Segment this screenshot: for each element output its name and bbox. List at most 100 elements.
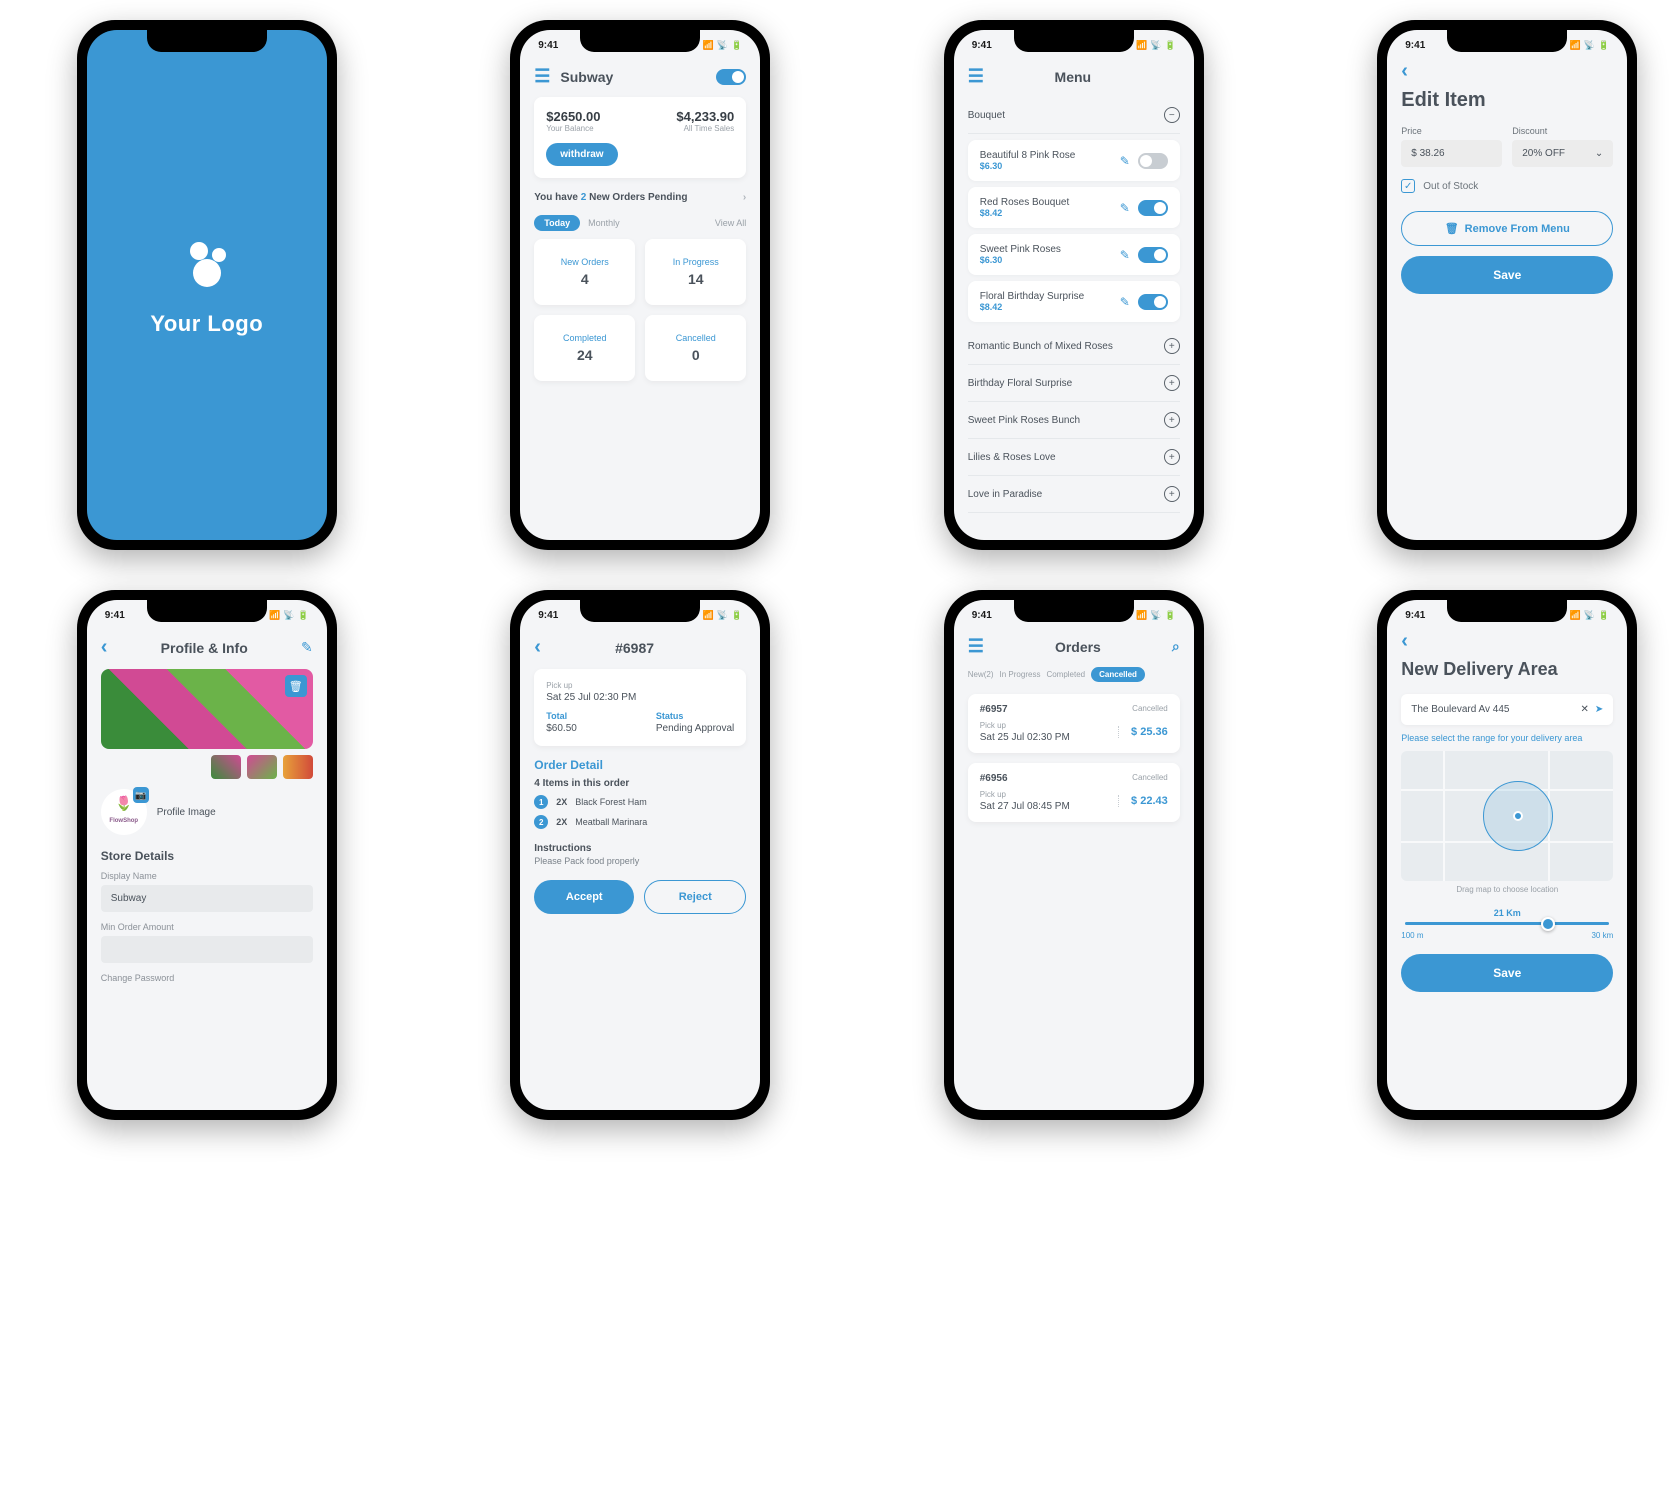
item-toggle[interactable] <box>1138 153 1168 169</box>
sales-label: All Time Sales <box>676 124 734 133</box>
section-row[interactable]: Love in Paradise+ <box>968 476 1180 513</box>
order-line-item: 22XMeatball Marinara <box>534 815 746 829</box>
expand-icon[interactable]: + <box>1164 338 1180 354</box>
phone-splash: Your Logo <box>77 20 337 550</box>
section-row[interactable]: Lilies & Roses Love+ <box>968 439 1180 476</box>
order-line-item: 12XBlack Forest Ham <box>534 795 746 809</box>
balance-label: Your Balance <box>546 124 600 133</box>
tab-viewall[interactable]: View All <box>715 218 746 228</box>
expand-icon[interactable]: + <box>1164 412 1180 428</box>
menu-item: Beautiful 8 Pink Rose$6.30 ✎ <box>968 140 1180 181</box>
instructions-label: Instructions <box>534 843 746 854</box>
search-icon[interactable]: ⌕ <box>1172 638 1180 655</box>
edit-icon[interactable]: ✎ <box>1120 248 1130 262</box>
camera-icon[interactable]: 📷 <box>133 787 149 803</box>
clear-icon[interactable]: ✕ <box>1580 704 1588 715</box>
collapse-icon[interactable]: − <box>1164 107 1180 123</box>
tab-cancelled[interactable]: Cancelled <box>1091 667 1145 682</box>
map-hint: Drag map to choose location <box>1401 885 1613 894</box>
back-button[interactable]: ‹ <box>1401 630 1613 653</box>
balance-card: $2650.00 Your Balance $4,233.90 All Time… <box>534 97 746 178</box>
min-order-input[interactable] <box>101 936 313 963</box>
edit-icon[interactable]: ✎ <box>1120 201 1130 215</box>
stat-completed[interactable]: Completed24 <box>534 315 635 381</box>
change-password-link[interactable]: Change Password <box>101 973 313 983</box>
store-toggle[interactable] <box>716 69 746 85</box>
sales-value: $4,233.90 <box>676 109 734 124</box>
phone-order-detail: 9:41📶📡🔋 ‹ #6987 Pick up Sat 25 Jul 02:30… <box>510 590 770 1120</box>
item-toggle[interactable] <box>1138 200 1168 216</box>
order-list-item[interactable]: #6956Cancelled Pick upSat 27 Jul 08:45 P… <box>968 763 1180 822</box>
tab-today[interactable]: Today <box>534 215 580 231</box>
page-title: New Delivery Area <box>1401 659 1613 680</box>
page-title: Edit Item <box>1401 89 1613 112</box>
logo-text: Your Logo <box>150 311 263 337</box>
item-toggle[interactable] <box>1138 294 1168 310</box>
save-button[interactable]: Save <box>1401 256 1613 294</box>
discount-select[interactable]: 20% OFF ⌄ <box>1512 140 1613 167</box>
delete-image-button[interactable]: 🗑 <box>285 675 307 697</box>
price-input[interactable] <box>1401 140 1502 167</box>
status-time: 9:41 <box>538 40 558 51</box>
expand-icon[interactable]: + <box>1164 375 1180 391</box>
back-button[interactable]: ‹ <box>101 636 108 659</box>
price-label: Price <box>1401 126 1502 136</box>
page-title: Profile & Info <box>161 640 248 656</box>
edit-icon[interactable]: ✎ <box>1120 154 1130 168</box>
back-button[interactable]: ‹ <box>1401 60 1613 83</box>
stat-new-orders[interactable]: New Orders4 <box>534 239 635 305</box>
menu-item: Sweet Pink Roses$6.30 ✎ <box>968 234 1180 275</box>
menu-icon[interactable]: ☰ <box>968 66 984 87</box>
menu-icon[interactable]: ☰ <box>968 636 984 657</box>
phone-menu: 9:41📶📡🔋 ☰ Menu Bouquet − Beautiful 8 Pin… <box>944 20 1204 550</box>
status-icons: 📶📡🔋 <box>703 40 743 51</box>
withdraw-button[interactable]: withdraw <box>546 143 617 166</box>
remove-button[interactable]: 🗑 Remove From Menu <box>1401 211 1613 246</box>
balance-value: $2650.00 <box>546 109 600 124</box>
thumbnail[interactable] <box>247 755 277 779</box>
edit-icon[interactable]: ✎ <box>301 639 313 656</box>
accept-button[interactable]: Accept <box>534 880 634 914</box>
section-row[interactable]: Romantic Bunch of Mixed Roses+ <box>968 328 1180 365</box>
address-input[interactable]: The Boulevard Av 445 ✕ ➤ <box>1401 694 1613 725</box>
menu-icon[interactable]: ☰ <box>534 66 550 87</box>
thumbnail[interactable] <box>283 755 313 779</box>
tab-progress[interactable]: In Progress <box>1000 670 1041 679</box>
reject-button[interactable]: Reject <box>644 880 746 914</box>
slider-value: 21 Km <box>1401 908 1613 918</box>
tab-monthly[interactable]: Monthly <box>588 218 707 228</box>
stat-cancelled[interactable]: Cancelled0 <box>645 315 746 381</box>
range-slider[interactable] <box>1405 922 1609 925</box>
section-row[interactable]: Birthday Floral Surprise+ <box>968 365 1180 402</box>
expand-icon[interactable]: + <box>1164 486 1180 502</box>
item-count: 4 Items in this order <box>534 778 746 789</box>
menu-item: Floral Birthday Surprise$8.42 ✎ <box>968 281 1180 322</box>
save-button[interactable]: Save <box>1401 954 1613 992</box>
locate-icon[interactable]: ➤ <box>1595 704 1603 715</box>
order-detail-heading: Order Detail <box>534 758 746 772</box>
instructions-text: Please Pack food properly <box>534 856 746 866</box>
section-bouquet[interactable]: Bouquet − <box>968 97 1180 134</box>
pending-orders-link[interactable]: You have 2 New Orders Pending › <box>534 192 746 203</box>
order-id: #6987 <box>523 640 746 656</box>
out-of-stock-label: Out of Stock <box>1423 181 1478 192</box>
expand-icon[interactable]: + <box>1164 449 1180 465</box>
stat-in-progress[interactable]: In Progress14 <box>645 239 746 305</box>
page-title: Subway <box>560 69 716 85</box>
map[interactable] <box>1401 751 1613 881</box>
thumbnail[interactable] <box>211 755 241 779</box>
phone-delivery-area: 9:41📶📡🔋 ‹ New Delivery Area The Boulevar… <box>1377 590 1637 1120</box>
help-text: Please select the range for your deliver… <box>1401 733 1613 743</box>
section-row[interactable]: Sweet Pink Roses Bunch+ <box>968 402 1180 439</box>
tab-completed[interactable]: Completed <box>1046 670 1085 679</box>
order-summary-card: Pick up Sat 25 Jul 02:30 PM Total$60.50 … <box>534 669 746 746</box>
out-of-stock-checkbox[interactable]: ✓ <box>1401 179 1415 193</box>
display-name-input[interactable]: Subway <box>101 885 313 912</box>
tab-new[interactable]: New(2) <box>968 670 994 679</box>
edit-icon[interactable]: ✎ <box>1120 295 1130 309</box>
item-toggle[interactable] <box>1138 247 1168 263</box>
profile-image-label: Profile Image <box>157 807 216 818</box>
order-list-item[interactable]: #6957Cancelled Pick upSat 25 Jul 02:30 P… <box>968 694 1180 753</box>
map-pin-icon <box>1513 811 1523 821</box>
slider-thumb[interactable] <box>1541 917 1555 931</box>
